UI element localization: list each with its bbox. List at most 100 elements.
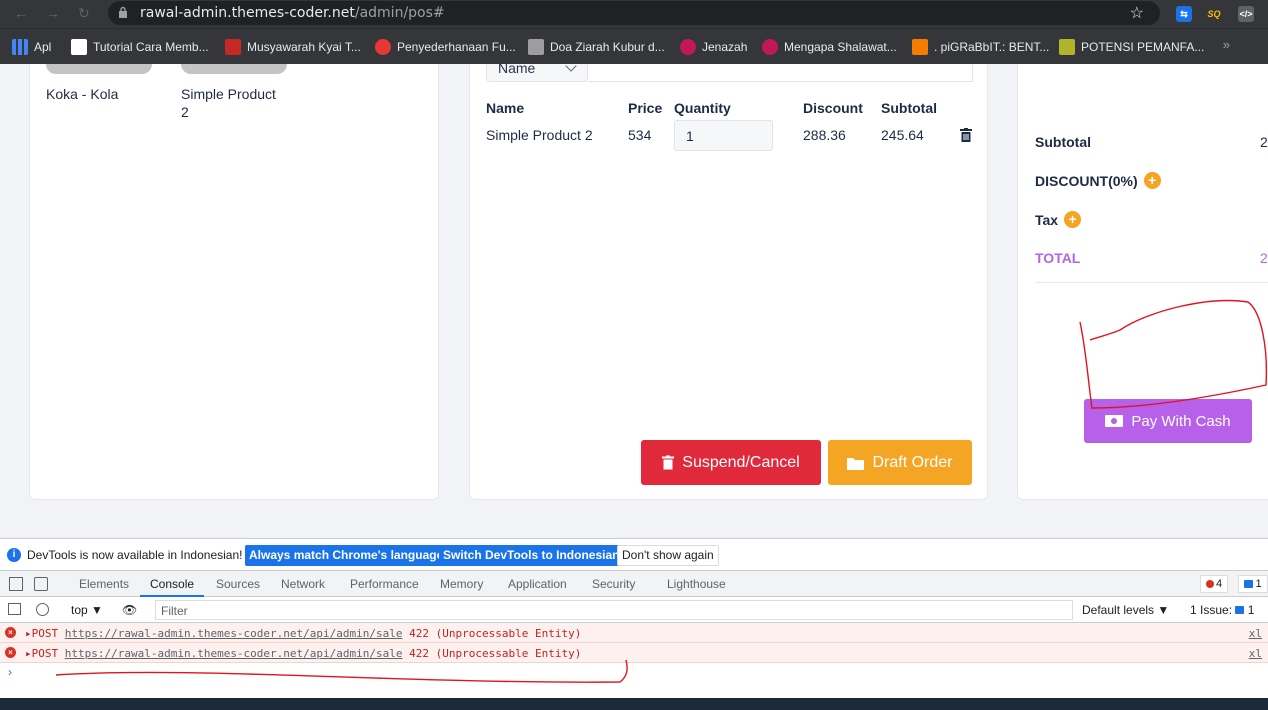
bookmark-favicon <box>762 39 778 55</box>
bookmark-item[interactable]: Musyawarah Kyai T... <box>225 38 361 56</box>
tab-memory[interactable]: Memory <box>440 577 483 591</box>
request-url-link[interactable]: https://rawal-admin.themes-coder.net/api… <box>65 627 403 640</box>
bookmark-item[interactable]: . piGRaBbIT.: BENT... <box>912 38 1049 56</box>
bookmark-item[interactable]: POTENSI PEMANFA... <box>1059 38 1204 56</box>
bookmark-item[interactable]: Doa Ziarah Kubur d... <box>528 38 665 56</box>
col-name-header: Name <box>486 100 525 116</box>
product-image[interactable] <box>181 64 287 74</box>
trash-icon[interactable] <box>960 128 972 142</box>
apps-grid-icon <box>12 39 28 55</box>
clear-console-icon[interactable] <box>36 603 49 616</box>
total-label: TOTAL <box>1035 250 1081 266</box>
always-match-language-button[interactable]: Always match Chrome's language <box>245 545 448 566</box>
error-icon: × <box>5 627 16 638</box>
pay-with-cash-button[interactable]: Pay With Cash <box>1084 399 1252 443</box>
bookmark-favicon <box>71 39 87 55</box>
add-tax-icon[interactable]: + <box>1064 211 1082 228</box>
devtools-extension-icon[interactable]: </> <box>1238 6 1254 22</box>
back-icon[interactable]: ← <box>14 5 28 21</box>
devtools-language-infobar: i DevTools is now available in Indonesia… <box>0 538 1268 570</box>
issues-link[interactable]: 1 Issue: 1 <box>1190 603 1254 617</box>
cart-panel: Name Name Price Quantity Discount Subtot… <box>469 64 988 500</box>
message-count-badge[interactable]: 1 <box>1238 575 1268 593</box>
tax-label: Tax + <box>1035 211 1082 228</box>
product-name[interactable]: Koka - Kola <box>46 85 156 103</box>
col-quantity-header: Quantity <box>674 100 731 116</box>
bookmark-item[interactable]: Tutorial Cara Memb... <box>71 38 209 56</box>
inspect-element-icon[interactable] <box>9 577 23 591</box>
bookmark-apps[interactable]: Apl <box>12 38 51 56</box>
lock-icon <box>119 6 127 18</box>
draft-order-button[interactable]: Draft Order <box>828 440 972 485</box>
cash-icon <box>1105 415 1124 427</box>
product-image[interactable] <box>46 64 152 74</box>
source-link[interactable]: xl <box>1249 627 1262 640</box>
context-selector[interactable]: top ▼ <box>71 603 103 617</box>
col-subtotal-header: Subtotal <box>881 100 937 116</box>
device-toolbar-icon[interactable] <box>34 577 48 591</box>
customer-search-input[interactable] <box>588 64 973 82</box>
console-error-row[interactable]: × ▸POST https://rawal-admin.themes-coder… <box>0 623 1268 643</box>
error-icon <box>1205 580 1214 588</box>
bookmark-item[interactable]: Mengapa Shalawat... <box>762 38 897 56</box>
customer-select[interactable]: Name <box>486 64 588 82</box>
bookmark-favicon <box>1059 39 1075 55</box>
blogger-icon <box>912 39 928 55</box>
subtotal-label: Subtotal <box>1035 134 1091 150</box>
cart-item-name: Simple Product 2 <box>486 127 593 143</box>
tab-application[interactable]: Application <box>508 577 567 591</box>
forward-icon[interactable]: → <box>46 5 60 21</box>
console-prompt-icon: › <box>8 665 12 679</box>
console-toolbar: top ▼ 👁 Filter Default levels ▼ 1 Issue:… <box>0 597 1268 623</box>
cart-item-price: 534 <box>628 127 652 143</box>
dont-show-again-button[interactable]: Don't show again <box>617 545 719 566</box>
suspend-cancel-button[interactable]: Suspend/Cancel <box>641 440 821 485</box>
quantity-input[interactable]: 1 <box>674 120 773 151</box>
request-url-link[interactable]: https://rawal-admin.themes-coder.net/api… <box>65 647 403 660</box>
tab-network[interactable]: Network <box>281 577 325 591</box>
tab-performance[interactable]: Performance <box>350 577 419 591</box>
bookmarks-overflow-icon[interactable]: » <box>1223 37 1230 52</box>
infobar-message: DevTools is now available in Indonesian! <box>27 548 243 562</box>
cart-item-subtotal: 245.64 <box>881 127 924 143</box>
tab-console[interactable]: Console <box>150 577 194 591</box>
tab-lighthouse[interactable]: Lighthouse <box>667 577 726 591</box>
message-icon <box>1244 580 1254 588</box>
cart-item-discount: 288.36 <box>803 127 846 143</box>
source-link[interactable]: xl <box>1249 647 1262 660</box>
tab-elements[interactable]: Elements <box>79 577 129 591</box>
bookmark-item[interactable]: Penyederhanaan Fu... <box>375 38 516 56</box>
error-icon: × <box>5 647 16 658</box>
bookmark-star-icon[interactable]: ☆ <box>1130 3 1144 23</box>
col-price-header: Price <box>628 100 663 116</box>
bookmark-favicon <box>225 39 241 55</box>
bookmark-item[interactable]: Jenazah <box>680 38 747 56</box>
bookmark-favicon <box>375 39 391 55</box>
tab-security[interactable]: Security <box>592 577 635 591</box>
product-grid: Koka - Kola Simple Product 2 <box>29 64 439 500</box>
console-input-area[interactable] <box>0 663 1268 698</box>
log-levels-dropdown[interactable]: Default levels ▼ <box>1082 603 1169 617</box>
address-bar[interactable]: rawal-admin.themes-coder.net/admin/pos# … <box>108 1 1160 25</box>
bookmark-favicon <box>680 39 696 55</box>
sidebar-toggle-icon[interactable] <box>8 603 21 615</box>
windows-taskbar <box>0 698 1268 710</box>
reload-icon[interactable]: ↻ <box>78 5 90 22</box>
extension-icon[interactable]: ⇆ <box>1176 6 1192 22</box>
bookmark-favicon <box>528 39 544 55</box>
console-error-row[interactable]: × ▸POST https://rawal-admin.themes-coder… <box>0 643 1268 663</box>
discount-label: DISCOUNT(0%) + <box>1035 172 1161 189</box>
add-discount-icon[interactable]: + <box>1143 172 1161 189</box>
issue-icon <box>1235 606 1245 614</box>
product-name[interactable]: Simple Product 2 <box>181 85 286 121</box>
console-filter-input[interactable]: Filter <box>155 600 1073 620</box>
tab-sources[interactable]: Sources <box>216 577 260 591</box>
folder-icon <box>847 457 865 470</box>
chevron-down-icon <box>565 64 577 72</box>
error-count-badge[interactable]: 4 <box>1200 575 1228 593</box>
devtools-tab-bar: Elements Console Sources Network Perform… <box>0 570 1268 597</box>
seo-extension-icon[interactable]: SQ <box>1206 6 1222 22</box>
subtotal-value: 2 <box>1260 134 1268 150</box>
switch-language-button[interactable]: Switch DevTools to Indonesian <box>439 545 624 566</box>
eye-icon[interactable]: 👁 <box>122 603 137 617</box>
